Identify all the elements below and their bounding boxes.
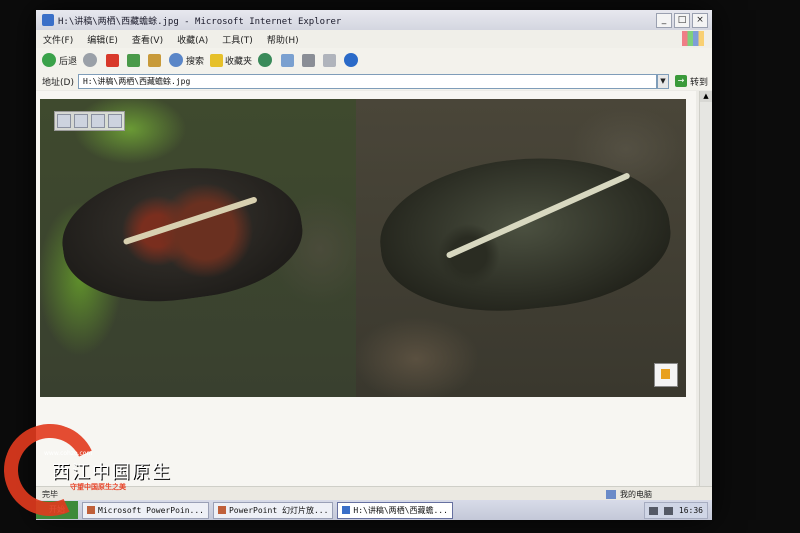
taskbar-item-ie[interactable]: H:\讲稿\两栖\西藏蟾... (337, 501, 453, 519)
expand-image-button[interactable] (654, 363, 678, 387)
go-button[interactable]: → 转到 (674, 75, 708, 88)
print-icon (302, 53, 316, 67)
watermark-slogan: 守望中国原生之美 (70, 483, 126, 491)
system-tray: 16:36 (643, 502, 708, 519)
open-folder-icon[interactable] (108, 114, 122, 128)
network-icon[interactable] (648, 506, 658, 515)
email-image-icon[interactable] (91, 114, 105, 128)
zone-label: 我的电脑 (620, 489, 652, 499)
menu-view[interactable]: 查看(V) (125, 33, 170, 46)
edit-icon (323, 53, 337, 67)
powerpoint-icon (217, 506, 226, 514)
home-icon (148, 53, 162, 67)
minimize-button[interactable]: _ (656, 13, 672, 28)
ie-icon (342, 506, 351, 514)
photo-left-panel (40, 99, 356, 397)
history-icon (258, 53, 273, 67)
scroll-up-icon[interactable]: ▲ (700, 91, 712, 102)
forward-button[interactable] (83, 53, 100, 67)
search-button[interactable]: 搜索 (169, 53, 204, 67)
taskbar-item-slideshow[interactable]: PowerPoint 幻灯片放... (212, 501, 334, 519)
menu-bar: 文件(F) 编辑(E) 查看(V) 收藏(A) 工具(T) 帮助(H) (36, 30, 712, 48)
star-icon (210, 53, 224, 67)
status-zone: 我的电脑 (606, 489, 712, 500)
task-label: H:\讲稿\两栖\西藏蟾... (353, 505, 448, 515)
stop-icon (106, 53, 120, 67)
search-icon (169, 53, 184, 67)
address-bar: 地址(D) H:\讲稿\两栖\西藏蟾蜍.jpg ▼ → 转到 (36, 72, 712, 90)
vertical-scrollbar[interactable]: ▲ (699, 91, 712, 486)
back-button[interactable]: 后退 (42, 53, 77, 67)
show-desktop-icon[interactable] (663, 506, 673, 515)
watermark-url: www.cohzo.com (44, 450, 93, 457)
stop-button[interactable] (106, 53, 121, 67)
search-label: 搜索 (186, 56, 205, 67)
go-arrow-icon: → (674, 75, 687, 87)
history-button[interactable] (258, 53, 275, 67)
back-arrow-icon (42, 53, 56, 67)
watermark-logo: www.cohzo.com 西江中国原生 守望中国原生之美 (0, 411, 194, 529)
menu-file[interactable]: 文件(F) (36, 33, 80, 46)
refresh-button[interactable] (127, 53, 142, 67)
menu-edit[interactable]: 编辑(E) (80, 33, 125, 46)
watermark-title: 西江中国原生 (52, 462, 172, 483)
save-image-icon[interactable] (57, 114, 71, 128)
go-label: 转到 (689, 77, 708, 88)
image-toolbar (54, 111, 125, 131)
ie-icon (42, 14, 54, 26)
close-button[interactable]: × (692, 13, 708, 28)
window-controls: _ □ × (656, 13, 708, 28)
print-image-icon[interactable] (74, 114, 88, 128)
window-title: H:\讲稿\两栖\西藏蟾蜍.jpg - Microsoft Internet E… (58, 16, 342, 27)
messenger-icon (344, 53, 359, 67)
maximize-button[interactable]: □ (674, 13, 690, 28)
address-dropdown-button[interactable]: ▼ (656, 73, 669, 89)
menu-favorites[interactable]: 收藏(A) (170, 33, 215, 46)
toad-photo (40, 99, 686, 397)
favorites-label: 收藏夹 (225, 56, 253, 67)
windows-logo-icon (682, 31, 704, 46)
address-input[interactable]: H:\讲稿\两栖\西藏蟾蜍.jpg (77, 73, 657, 89)
edit-button[interactable] (323, 53, 338, 67)
menu-help[interactable]: 帮助(H) (260, 33, 306, 46)
refresh-icon (127, 53, 141, 67)
toolbar: 后退 搜索 收藏夹 (36, 48, 712, 73)
print-button[interactable] (302, 53, 317, 67)
messenger-button[interactable] (344, 53, 361, 67)
mail-icon (281, 53, 295, 67)
back-label: 后退 (59, 56, 78, 67)
clock[interactable]: 16:36 (679, 506, 703, 515)
task-label: PowerPoint 幻灯片放... (228, 505, 329, 515)
address-label: 地址(D) (42, 77, 74, 88)
forward-arrow-icon (83, 53, 98, 67)
favorites-button[interactable]: 收藏夹 (210, 53, 253, 67)
menu-tools[interactable]: 工具(T) (215, 33, 260, 46)
computer-icon (606, 489, 616, 499)
mail-button[interactable] (281, 53, 296, 67)
title-bar: H:\讲稿\两栖\西藏蟾蜍.jpg - Microsoft Internet E… (36, 10, 712, 30)
toad-left (54, 152, 310, 316)
home-button[interactable] (148, 53, 163, 67)
